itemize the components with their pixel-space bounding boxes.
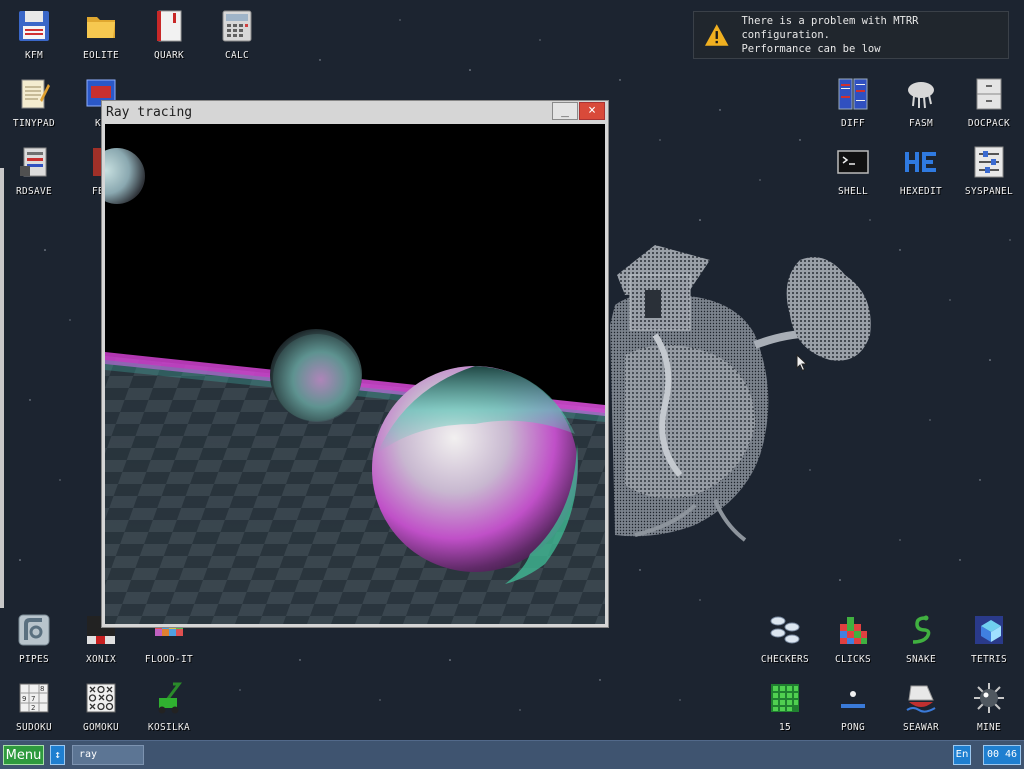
terminal-icon [837, 150, 869, 174]
icon-label: PIPES [18, 654, 50, 665]
disk-save-icon [20, 147, 47, 177]
floppy-disk-icon [19, 11, 49, 41]
hex-editor-icon [905, 152, 936, 172]
language-indicator[interactable]: En [953, 745, 971, 765]
ray-tracing-window[interactable]: Ray tracing _ × [101, 100, 609, 628]
icon-label: RDSAVE [15, 186, 53, 197]
treehouse-wallpaper [610, 245, 871, 542]
icon-label: TINYPAD [12, 118, 56, 129]
icon-label: HEXEDIT [899, 186, 943, 197]
desktop-icon-quark[interactable]: QUARK [135, 0, 203, 66]
lawn-mower-icon [158, 682, 182, 714]
desktop-icon-syspanel[interactable]: SYSPANEL [955, 136, 1023, 202]
icon-label: KFM [24, 50, 44, 61]
desktop-icon-pong[interactable]: PONG [819, 672, 887, 738]
desktop-icon-clicks[interactable]: CLICKS [819, 604, 887, 670]
desktop-icon-kosilka[interactable]: KOSILKA [135, 672, 203, 738]
calculator-icon [222, 10, 252, 42]
svg-text:7: 7 [31, 695, 35, 703]
pipes-icon [18, 614, 50, 646]
icon-label: SUDOKU [15, 722, 53, 733]
checkers-pieces-icon [770, 616, 800, 644]
desktop-icon-15[interactable]: 15 [751, 672, 819, 738]
desktop-icon-seawar[interactable]: SEAWAR [887, 672, 955, 738]
cabinet-icon [976, 78, 1002, 110]
blocks-icon [840, 617, 867, 644]
tetris-icon [975, 616, 1003, 644]
icon-label: SYSPANEL [964, 186, 1014, 197]
svg-text:2: 2 [31, 704, 35, 712]
icon-label: SEAWAR [902, 722, 940, 733]
icon-label: PONG [840, 722, 866, 733]
svg-text:9: 9 [22, 695, 26, 703]
icon-label: 15 [778, 722, 792, 733]
desktop-icon-docpack[interactable]: DOCPACK [955, 68, 1023, 134]
window-title: Ray tracing [106, 105, 193, 120]
left-edge-panel [0, 168, 4, 608]
mine-icon [974, 683, 1004, 713]
assembler-icon [908, 82, 934, 109]
notification-line-2: Performance can be low [741, 43, 881, 55]
icon-label: CLICKS [834, 654, 872, 665]
mouse-cursor-icon [796, 354, 808, 372]
rendered-scene [105, 124, 605, 624]
taskbar: Menu ↕ ray En 00 46 [0, 740, 1024, 769]
desktop-icon-snake[interactable]: SNAKE [887, 604, 955, 670]
icon-label: QUARK [153, 50, 185, 61]
battleship-icon [906, 685, 936, 713]
desktop-icon-eolite[interactable]: EOLITE [67, 0, 135, 66]
desktop-icon-tinypad[interactable]: TINYPAD [0, 68, 68, 134]
icon-label: DOCPACK [967, 118, 1011, 129]
icon-label: SNAKE [905, 654, 937, 665]
icon-label: CHECKERS [760, 654, 810, 665]
icon-label: MINE [976, 722, 1002, 733]
sliders-icon [974, 146, 1004, 178]
icon-label: FLOOD-IT [144, 654, 194, 665]
icon-label: TETRIS [970, 654, 1008, 665]
warning-icon [704, 24, 729, 46]
diff-compare-icon [838, 78, 868, 110]
clock[interactable]: 00 46 [983, 745, 1021, 765]
icon-label: CALC [224, 50, 250, 61]
mtrr-notification[interactable]: There is a problem with MTRR configurati… [693, 11, 1009, 59]
desktop-icon-pipes[interactable]: PIPES [0, 604, 68, 670]
minimize-button[interactable]: _ [552, 102, 578, 120]
icon-label: DIFF [840, 118, 866, 129]
desktop-icon-hexedit[interactable]: HEXEDIT [887, 136, 955, 202]
taskbar-item-ray[interactable]: ray [72, 745, 144, 765]
notification-line-1: There is a problem with MTRR configurati… [741, 15, 919, 41]
menu-button[interactable]: Menu [3, 745, 44, 765]
icon-label: FASM [908, 118, 934, 129]
fifteen-puzzle-icon [771, 684, 799, 712]
close-button[interactable]: × [579, 102, 605, 120]
desktop-icon-rdsave[interactable]: RDSAVE [0, 136, 68, 202]
desktop-icon-gomoku[interactable]: GOMOKU [67, 672, 135, 738]
sudoku-grid-icon: 8 9 72 [19, 683, 49, 713]
desktop-icon-tetris[interactable]: TETRIS [955, 604, 1023, 670]
book-icon [157, 10, 182, 42]
icon-label: SHELL [837, 186, 869, 197]
desktop-icon-sudoku[interactable]: 8 972 SUDOKU [0, 672, 68, 738]
desktop-icon-fasm[interactable]: FASM [887, 68, 955, 134]
desktop-icon-diff[interactable]: DIFF [819, 68, 887, 134]
pong-icon [841, 691, 865, 708]
folder-icon [87, 17, 115, 38]
notepad-icon [21, 79, 50, 109]
desktop-icon-mine[interactable]: MINE [955, 672, 1023, 738]
svg-text:8: 8 [40, 685, 44, 693]
ray-tracing-canvas[interactable] [105, 124, 605, 624]
icon-label: KOSILKA [147, 722, 191, 733]
icon-label: EOLITE [82, 50, 120, 61]
task-switch-button[interactable]: ↕ [50, 745, 65, 765]
desktop-icon-calc[interactable]: CALC [203, 0, 271, 66]
snake-icon [912, 615, 931, 644]
desktop-icon-shell[interactable]: SHELL [819, 136, 887, 202]
desktop-icon-checkers[interactable]: CHECKERS [751, 604, 819, 670]
tic-tac-toe-icon [86, 683, 116, 713]
desktop-icon-kfm[interactable]: KFM [0, 0, 68, 66]
icon-label: XONIX [85, 654, 117, 665]
icon-label: GOMOKU [82, 722, 120, 733]
